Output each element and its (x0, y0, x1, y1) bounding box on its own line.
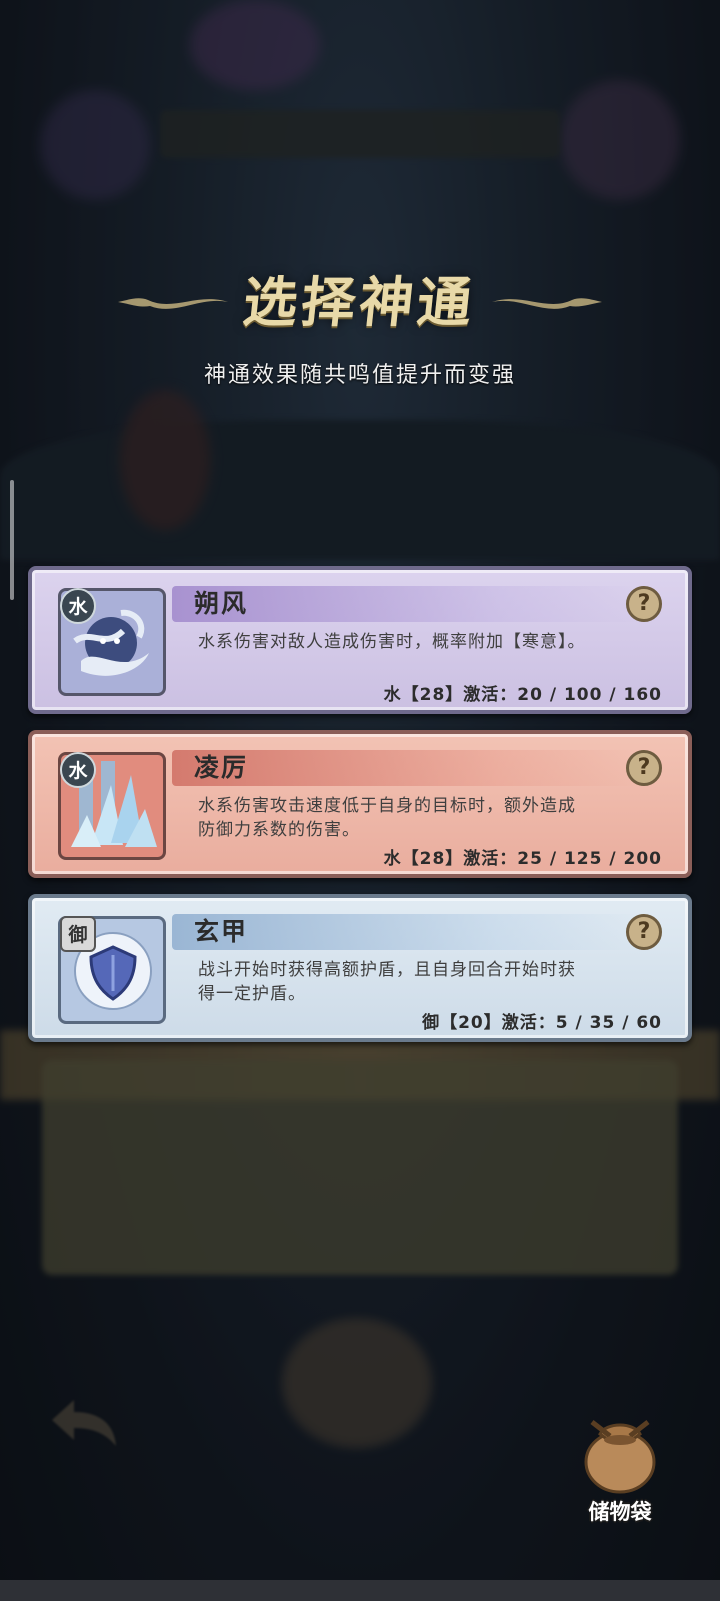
storage-bag-button[interactable]: 储物袋 (570, 1400, 670, 1540)
scroll-indicator (10, 480, 14, 600)
skill-activation-stats: 水【28】激活：20 / 100 / 160 (383, 685, 662, 705)
bottom-bar (0, 1580, 720, 1601)
storage-bag-label: 储物袋 (588, 1500, 652, 1524)
element-badge-defense: 御 (60, 916, 96, 952)
skill-card-lingli[interactable]: 水 凌厉 水系伤害攻击速度低于自身的目标时，额外造成防御力系数的伤害。 水【28… (28, 730, 692, 878)
skill-description: 水系伤害对敌人造成伤害时，概率附加【寒意】。 (198, 632, 586, 652)
skill-name: 凌厉 (194, 753, 249, 782)
back-arrow-icon (52, 1400, 116, 1446)
help-button[interactable]: ? (626, 750, 662, 786)
element-badge-water: 水 (60, 588, 96, 624)
page-title: 选择神通 (240, 270, 479, 334)
skill-activation-stats: 御【20】激活：5 / 35 / 60 (422, 1013, 662, 1033)
skill-name: 朔风 (194, 589, 249, 618)
help-button[interactable]: ? (626, 914, 662, 950)
help-button[interactable]: ? (626, 586, 662, 622)
title-container: 选择神通 (0, 258, 720, 338)
element-badge-water: 水 (60, 752, 96, 788)
skill-activation-stats: 水【28】激活：25 / 125 / 200 (383, 849, 662, 869)
skill-description: 水系伤害攻击速度低于自身的目标时，额外造成防御力系数的伤害。 (198, 796, 576, 840)
page-subtitle: 神通效果随共鸣值提升而变强 (203, 363, 516, 388)
skill-description: 战斗开始时获得高额护盾，且自身回合开始时获得一定护盾。 (198, 960, 576, 1004)
bag-icon (584, 1420, 656, 1494)
skill-card-xuanjia[interactable]: 御 玄甲 战斗开始时获得高额护盾，且自身回合开始时获得一定护盾。 御【20】激活… (28, 894, 692, 1042)
skill-card-shuofeng[interactable]: 水 朔风 水系伤害对敌人造成伤害时，概率附加【寒意】。 水【28】激活：20 /… (28, 566, 692, 714)
skill-name: 玄甲 (194, 917, 249, 946)
